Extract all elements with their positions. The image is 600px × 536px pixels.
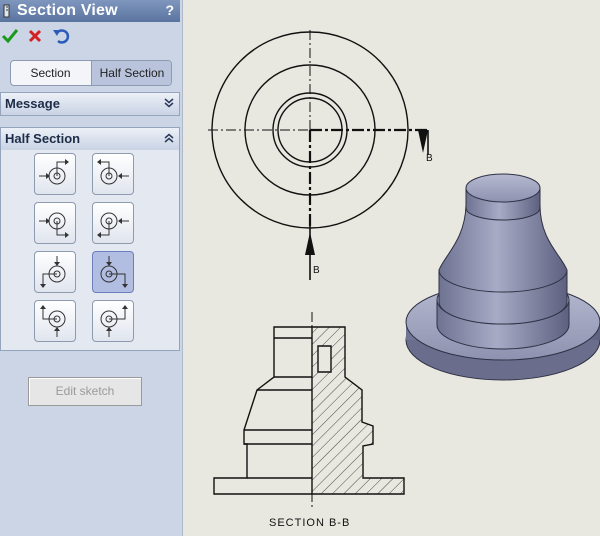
half-section-option-8[interactable]	[92, 300, 134, 342]
property-manager-title: Section View	[17, 2, 118, 19]
half-section-option-6-selected[interactable]	[92, 251, 134, 293]
half-section-right-down-icon	[97, 212, 129, 238]
section-arrow-label-top: B	[426, 153, 433, 164]
section-arrow-bottom[interactable]	[305, 232, 315, 255]
section-view[interactable]	[213, 312, 405, 510]
message-group-label: Message	[5, 96, 60, 111]
half-section-option-5[interactable]	[34, 251, 76, 293]
section-mode-selector: Section Half Section	[10, 60, 172, 86]
tab-half-section[interactable]: Half Section	[91, 61, 171, 85]
property-manager-panel: Section View ? Section Half Section Mess…	[0, 0, 183, 536]
top-view[interactable]	[208, 30, 429, 280]
half-section-left-down-icon	[39, 212, 69, 238]
edit-sketch-button[interactable]: Edit sketch	[28, 377, 142, 406]
chevron-up-icon[interactable]	[164, 132, 174, 144]
cancel-icon[interactable]	[26, 27, 44, 45]
section-caption: SECTION B-B	[269, 517, 350, 529]
message-group-header[interactable]: Message	[0, 92, 180, 116]
property-manager-title-bar: Section View ?	[0, 0, 180, 22]
section-arrow-top[interactable]	[418, 130, 428, 153]
section-arrow-label-bottom: B	[313, 265, 320, 276]
half-section-bottom-right-icon	[100, 305, 128, 337]
property-manager-icon	[3, 4, 10, 18]
isometric-part[interactable]	[405, 173, 600, 381]
half-section-left-up-icon	[39, 159, 69, 185]
half-section-group-label: Half Section	[5, 131, 81, 146]
half-section-group-header[interactable]: Half Section	[0, 127, 180, 151]
half-section-option-3[interactable]	[34, 202, 76, 244]
ok-icon[interactable]	[1, 27, 19, 45]
drawing-sheet: B B SECTION B-B	[208, 30, 600, 529]
undo-icon[interactable]	[52, 27, 70, 45]
half-section-option-7[interactable]	[34, 300, 76, 342]
half-section-option-1[interactable]	[34, 153, 76, 195]
tab-section[interactable]: Section	[11, 61, 90, 85]
half-section-top-left-icon	[40, 256, 66, 288]
half-section-top-right-icon	[100, 256, 128, 288]
help-icon[interactable]: ?	[165, 2, 174, 18]
half-section-options	[0, 150, 180, 351]
half-section-bottom-left-icon	[40, 305, 66, 337]
half-section-option-4[interactable]	[92, 202, 134, 244]
half-section-option-2[interactable]	[92, 153, 134, 195]
chevron-down-icon[interactable]	[164, 97, 174, 109]
half-section-right-up-icon	[97, 159, 129, 185]
